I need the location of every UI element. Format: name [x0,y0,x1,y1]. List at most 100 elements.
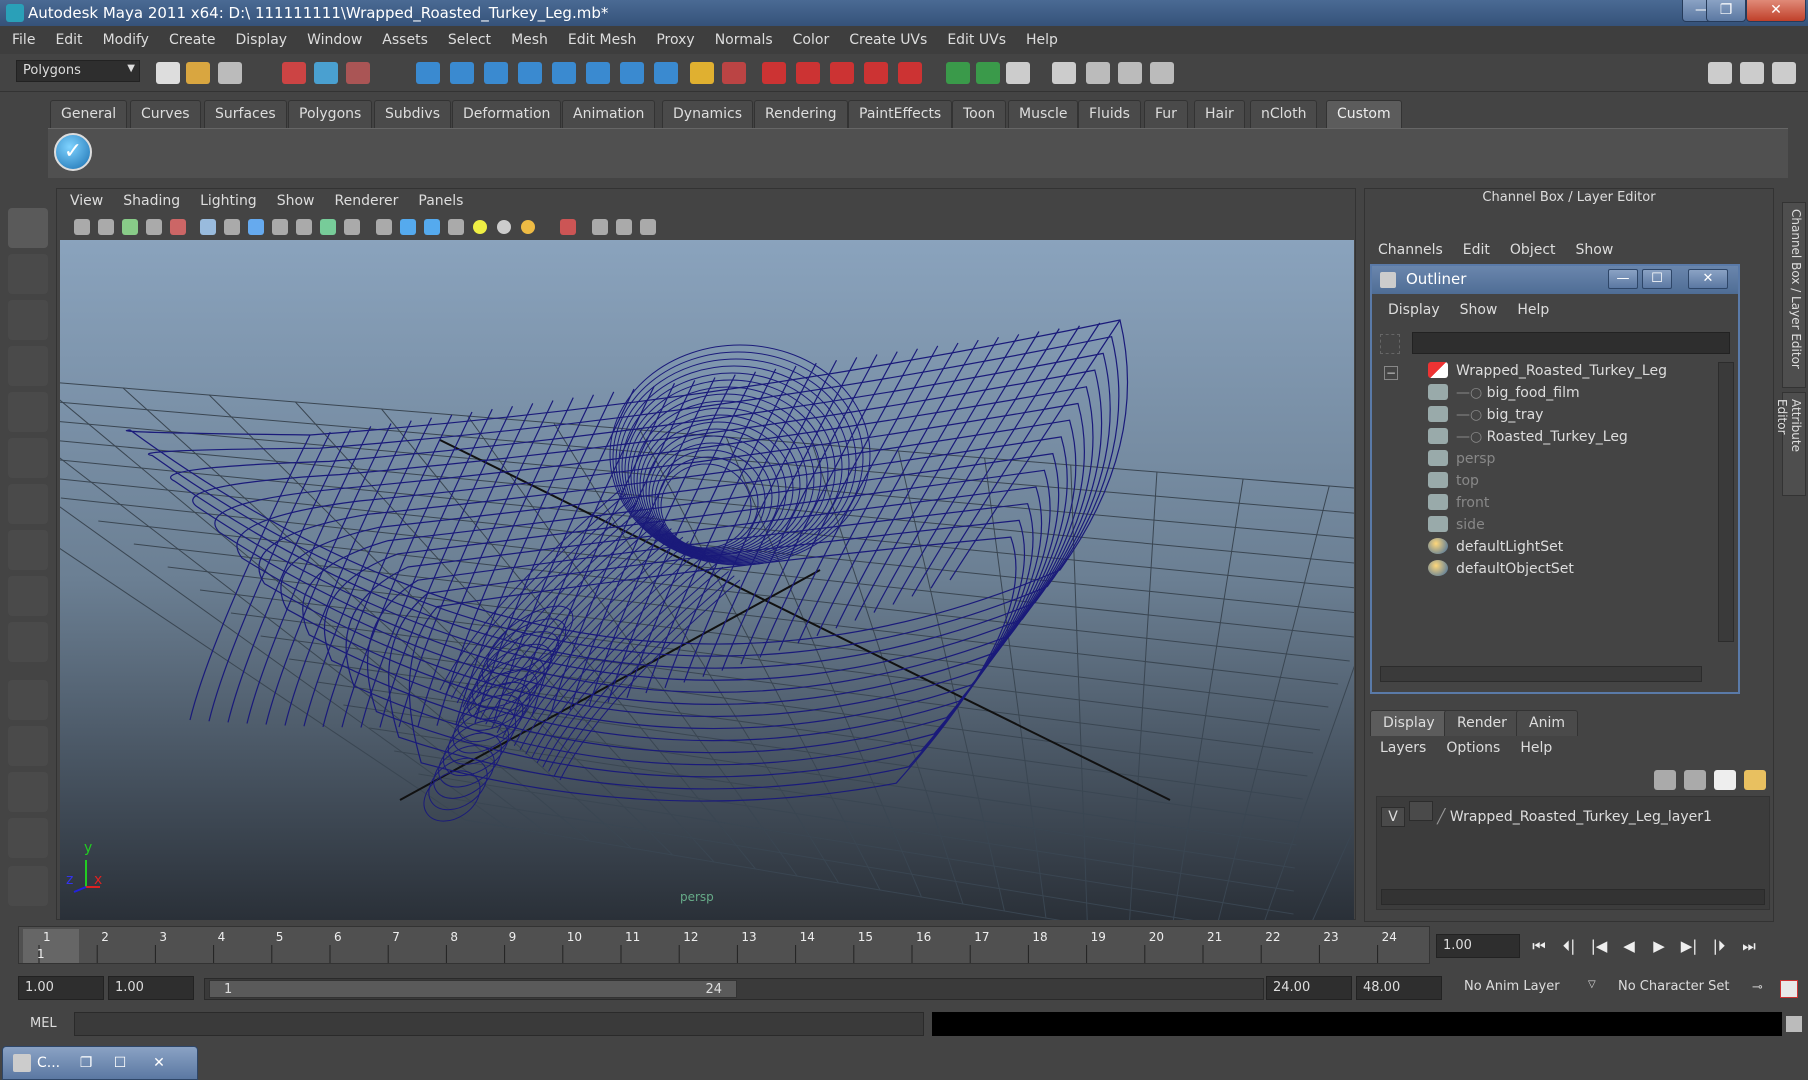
outliner-horizontal-scrollbar[interactable] [1380,666,1702,682]
snap-grid-icon[interactable] [416,62,440,84]
shelf-tab-fur[interactable]: Fur [1144,100,1188,128]
snap-surface-icon[interactable] [552,62,576,84]
lasso-tool-icon[interactable] [8,254,48,294]
minimized-window[interactable]: C... ❐ ☐ ✕ [2,1046,198,1080]
menu-help[interactable]: Help [1016,32,1068,48]
menu-select[interactable]: Select [438,32,501,48]
go-to-end-icon[interactable]: ⏭ [1734,937,1764,955]
menu-window[interactable]: Window [297,32,372,48]
perspective-viewport[interactable]: y x z persp [60,240,1354,920]
outliner-maximize-button[interactable]: ☐ [1642,269,1672,289]
input-line-icon[interactable] [946,62,970,84]
outliner-item[interactable]: defaultObjectSet [1428,560,1574,582]
save-scene-icon[interactable] [218,62,242,84]
outliner-search-input[interactable] [1412,332,1730,354]
menu-edit-uvs[interactable]: Edit UVs [937,32,1016,48]
scale-tool-icon[interactable] [8,438,48,478]
shelf-tab-deformation[interactable]: Deformation [452,100,562,128]
menu-normals[interactable]: Normals [705,32,783,48]
shelf-tab-curves[interactable]: Curves [130,100,201,128]
viewport-menu-view[interactable]: View [60,193,113,209]
layer-tab-display[interactable]: Display [1370,710,1448,736]
channel-menu-show[interactable]: Show [1566,242,1624,258]
show-manipulator-icon[interactable] [8,576,48,616]
range-slider-track[interactable]: 1 24 [204,978,1264,1000]
snap-plane-icon[interactable] [518,62,542,84]
outliner-item[interactable]: persp [1428,450,1495,472]
lock-icon[interactable] [690,62,714,84]
outliner-item[interactable]: front [1428,494,1489,516]
history-icon[interactable] [620,62,644,84]
play-backwards-icon[interactable]: ◀ [1614,937,1644,955]
show-tool-settings-icon[interactable] [1740,62,1764,84]
character-set-dropdown[interactable]: No Character Set [1612,976,1742,1000]
current-frame-field[interactable]: 1.00 [1436,934,1520,958]
outliner-close-button[interactable]: ✕ [1688,269,1728,289]
shelf-tab-custom[interactable]: Custom [1326,100,1402,128]
layer-menu-layers[interactable]: Layers [1370,740,1436,756]
shelf-tab-painteffects[interactable]: PaintEffects [848,100,953,128]
outliner-item[interactable]: —○ Roasted_Turkey_Leg [1428,428,1628,450]
layer-menu-help[interactable]: Help [1510,740,1562,756]
layer-tab-render[interactable]: Render [1444,710,1520,736]
select-by-hierarchy-icon[interactable] [282,62,306,84]
viewport-menu-panels[interactable]: Panels [408,193,473,209]
expand-toggle[interactable]: − [1384,366,1398,380]
step-back-frame-icon[interactable]: |◀ [1584,937,1614,955]
maximize-button[interactable]: ☐ [103,1055,137,1071]
hypershade-icon[interactable] [898,62,922,84]
menu-edit[interactable]: Edit [45,32,92,48]
menu-file[interactable]: File [2,32,45,48]
checkmark-icon[interactable]: ✓ [54,133,92,171]
layer-type-toggle[interactable] [1409,801,1433,821]
mel-label[interactable]: MEL [30,1016,57,1031]
outliner-vertical-scrollbar[interactable] [1718,362,1734,642]
rotate-tool-icon[interactable] [8,392,48,432]
outliner-item[interactable]: —○ big_food_film [1428,384,1580,406]
select-highlight-icon[interactable] [722,62,746,84]
paint-select-tool-icon[interactable] [8,300,48,340]
hand-icon[interactable] [8,866,48,906]
layer-row[interactable]: V ╱ Wrapped_Roasted_Turkey_Leg_layer1 [1381,801,1712,827]
end-time-field[interactable]: 48.00 [1356,976,1442,1000]
shelf-tab-subdivs[interactable]: Subdivs [374,100,452,128]
menu-mesh[interactable]: Mesh [501,32,558,48]
side-tab-channel-box[interactable]: Channel Box / Layer Editor [1782,202,1806,388]
new-scene-icon[interactable] [156,62,180,84]
outliner-item[interactable]: Wrapped_Roasted_Turkey_Leg [1428,362,1667,384]
menu-create-uvs[interactable]: Create UVs [839,32,937,48]
start-time-field[interactable]: 1.00 [18,976,104,1000]
outliner-item[interactable]: side [1428,516,1485,538]
snap-view-icon[interactable] [586,62,610,84]
filter-icon[interactable] [1380,334,1400,354]
restore-button[interactable]: ❐ [69,1055,103,1071]
range-slider-thumb[interactable]: 1 24 [209,980,737,998]
attribute-editor-icon[interactable] [1118,62,1142,84]
play-forwards-icon[interactable]: ▶ [1644,937,1674,955]
side-tab-attribute-editor[interactable]: Attribute Editor [1775,392,1806,496]
shelf-tab-general[interactable]: General [50,100,128,128]
animation-preferences-icon[interactable] [1780,980,1798,998]
layer-editor-icon[interactable] [1150,62,1174,84]
create-layer-from-selected-icon[interactable] [1744,770,1766,790]
outliner-item[interactable]: —○ big_tray [1428,406,1543,428]
shelf-tab-rendering[interactable]: Rendering [754,100,848,128]
select-by-object-icon[interactable] [314,62,338,84]
shelf-tab-dynamics[interactable]: Dynamics [662,100,754,128]
new-layer-icon[interactable] [1654,770,1676,790]
input-line-mode-icon[interactable] [976,62,1000,84]
create-layer-icon[interactable] [1714,770,1736,790]
menu-display[interactable]: Display [225,32,297,48]
maximize-button[interactable]: ❐ [1706,0,1746,22]
shelf-tab-toon[interactable]: Toon [952,100,1007,128]
universal-manipulator-icon[interactable] [8,484,48,524]
last-tool-icon[interactable] [8,622,48,662]
close-button[interactable]: ✕ [137,1055,181,1071]
menu-edit-mesh[interactable]: Edit Mesh [558,32,646,48]
graph-editor-layout-icon[interactable] [8,818,48,858]
step-back-key-icon[interactable]: ⏴| [1554,937,1584,955]
layer-visibility-toggle[interactable]: V [1381,807,1405,827]
select-by-component-icon[interactable] [346,62,370,84]
shelf-tab-fluids[interactable]: Fluids [1078,100,1141,128]
shelf-tab-surfaces[interactable]: Surfaces [204,100,287,128]
